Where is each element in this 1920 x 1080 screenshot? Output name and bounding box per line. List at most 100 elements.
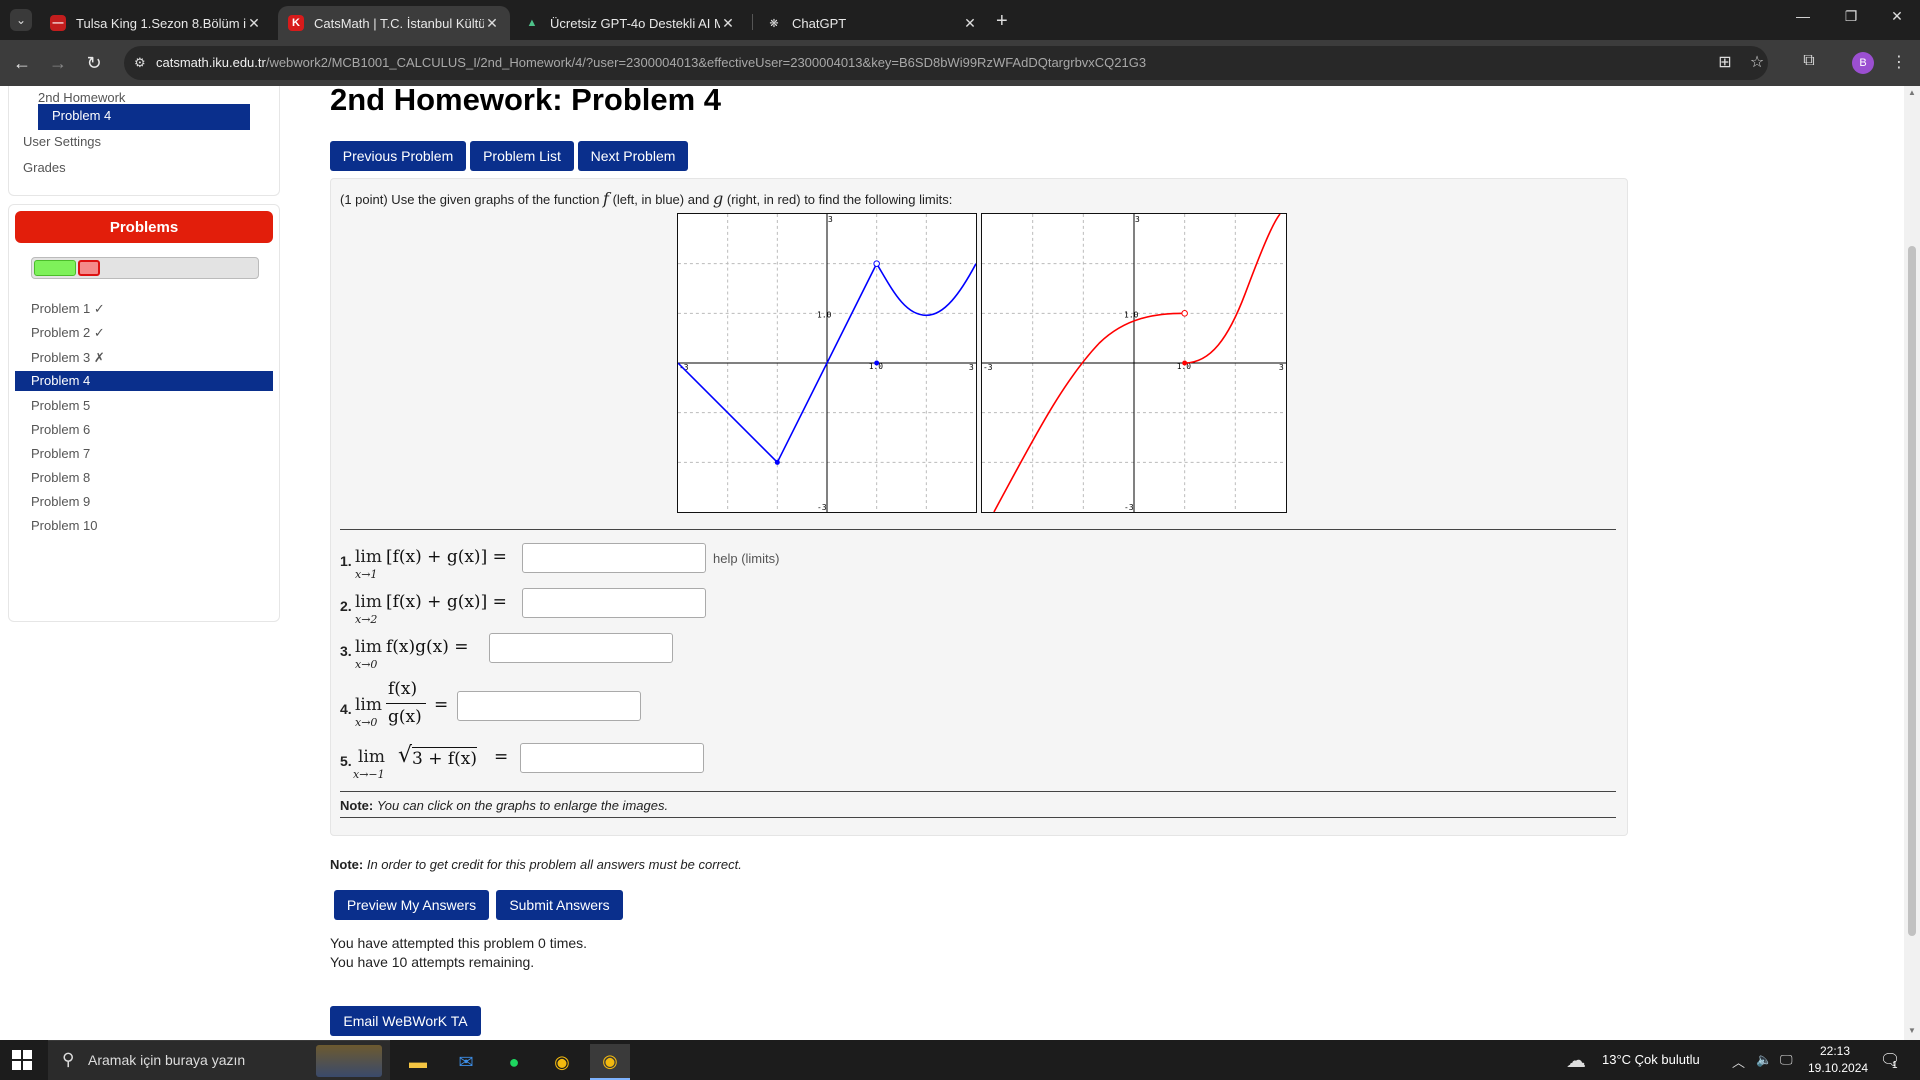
menu-kebab-icon[interactable]: ⋮ (1888, 52, 1910, 72)
translate-icon[interactable]: ⊞ (1714, 52, 1736, 72)
lim-subscript: x→0 (355, 658, 378, 671)
problem-link-8[interactable]: Problem 8 (15, 468, 273, 488)
label-bottom: -3 (1124, 503, 1134, 512)
close-tab-icon[interactable]: ✕ (720, 15, 736, 32)
tray-chevron-icon[interactable]: ︿ (1732, 1052, 1745, 1071)
reload-icon[interactable]: ↻ (82, 52, 106, 74)
question-expression: [f(x) + g(x)] = (386, 547, 507, 567)
answer-input-3[interactable] (489, 633, 673, 663)
forward-icon[interactable]: → (46, 52, 70, 74)
problem-link-4[interactable]: Problem 4 (15, 371, 273, 391)
f-curve-right (875, 263, 976, 317)
windows-start-icon[interactable] (12, 1050, 32, 1070)
file-explorer-icon[interactable]: ▬ (398, 1044, 438, 1080)
problem-link-9[interactable]: Problem 9 (15, 492, 273, 512)
scroll-down-icon[interactable]: ▼ (1908, 1026, 1916, 1035)
label-right: 3 (969, 363, 974, 372)
problem-link-10[interactable]: Problem 10 (15, 516, 273, 536)
problems-panel: Problems Problem 1 ✓ Problem 2 ✓ Problem… (8, 204, 280, 622)
tab-gpt4o-ai[interactable]: ▲ Ücretsiz GPT-4o Destekli AI Ma ✕ (514, 6, 746, 40)
weather-text[interactable]: 13°C Çok bulutlu (1602, 1052, 1700, 1067)
label-left: -3 (983, 363, 993, 372)
notification-count: 1 (1892, 1060, 1898, 1071)
sqrt-radicand: 3 + f(x) (412, 747, 478, 769)
submit-answers-button[interactable]: Submit Answers (496, 890, 623, 920)
fraction-bar (386, 703, 426, 704)
close-window-icon[interactable]: ✕ (1882, 8, 1912, 25)
close-tab-icon[interactable]: ✕ (484, 15, 500, 32)
preview-answers-button[interactable]: Preview My Answers (334, 890, 489, 920)
help-limits-link[interactable]: help (limits) (713, 551, 779, 566)
sidebar-link-2nd-homework[interactable]: 2nd Homework (38, 90, 125, 105)
new-tab-icon[interactable]: + (996, 10, 1008, 33)
chrome-icon[interactable]: ◉ (542, 1044, 582, 1080)
tab-tulsa-king[interactable]: — Tulsa King 1.Sezon 8.Bölüm izle ✕ (40, 6, 272, 40)
tab-chatgpt[interactable]: ❋ ChatGPT ✕ (756, 6, 988, 40)
url-path: /webwork2/MCB1001_CALCULUS_I/2nd_Homewor… (265, 55, 1147, 70)
question-expression: [f(x) + g(x)] = (386, 592, 507, 612)
question-1: 1. lim x→1 [f(x) + g(x)] = help (limits) (340, 541, 840, 581)
site-info-icon[interactable]: ⚙ (134, 55, 146, 71)
page-title: 2nd Homework: Problem 4 (330, 86, 722, 117)
profile-avatar[interactable]: B (1852, 52, 1874, 74)
answer-input-4[interactable] (457, 691, 641, 721)
address-bar[interactable]: ⚙ catsmath.iku.edu.tr/webwork2/MCB1001_C… (124, 46, 1768, 80)
network-icon[interactable]: 🖵 (1780, 1052, 1793, 1068)
problem-body: (1 point) Use the given graphs of the fu… (330, 178, 1628, 836)
problem-link-2[interactable]: Problem 2 ✓ (15, 323, 273, 343)
page-scrollbar[interactable]: ▲ ▼ (1904, 86, 1920, 1040)
question-number: 5. (340, 753, 352, 769)
problem-link-1[interactable]: Problem 1 ✓ (15, 299, 273, 319)
minimize-window-icon[interactable]: — (1788, 8, 1818, 24)
bookmark-star-icon[interactable]: ☆ (1746, 52, 1768, 72)
tab-search-dropdown-icon[interactable]: ⌄ (10, 9, 32, 31)
problem-link-5[interactable]: Problem 5 (15, 396, 273, 416)
lim-symbol: lim (355, 547, 382, 567)
problem-statement: (1 point) Use the given graphs of the fu… (340, 189, 952, 208)
close-tab-icon[interactable]: ✕ (962, 15, 978, 32)
problem-link-7[interactable]: Problem 7 (15, 444, 273, 464)
extensions-icon[interactable]: ⧉ (1798, 52, 1820, 70)
back-icon[interactable]: ← (10, 52, 34, 74)
graph-f[interactable]: 3 -3 -3 3 1.0 1.0 (677, 213, 977, 513)
answer-input-5[interactable] (520, 743, 704, 773)
chrome-active-icon[interactable]: ◉ (590, 1044, 630, 1080)
chatgpt-favicon-icon: ❋ (769, 17, 779, 30)
restore-window-icon[interactable]: ❐ (1836, 8, 1866, 25)
question-number: 4. (340, 701, 352, 717)
url-text[interactable]: catsmath.iku.edu.tr/webwork2/MCB1001_CAL… (156, 55, 1146, 70)
question-number: 3. (340, 643, 352, 659)
question-expression: f(x)g(x) = (386, 637, 469, 657)
next-problem-button[interactable]: Next Problem (578, 141, 688, 171)
site-favicon-icon: — (50, 15, 66, 31)
clock-time[interactable]: 22:13 (1820, 1044, 1850, 1058)
taskbar-search[interactable]: ⚲ Aramak için buraya yazın (48, 1040, 390, 1080)
search-icon: ⚲ (62, 1050, 75, 1069)
email-ta-button[interactable]: Email WeBWorK TA (330, 1006, 481, 1036)
mail-icon[interactable]: ✉ (446, 1044, 486, 1080)
problem-list-button[interactable]: Problem List (470, 141, 574, 171)
scrollbar-thumb[interactable] (1908, 246, 1916, 936)
question-number: 2. (340, 598, 352, 614)
volume-icon[interactable]: 🔈 (1756, 1052, 1772, 1068)
answer-input-2[interactable] (522, 588, 706, 618)
clock-date[interactable]: 19.10.2024 (1808, 1061, 1868, 1075)
attempts-remaining: You have 10 attempts remaining. (330, 954, 535, 970)
label-one-y: 1.0 (817, 310, 832, 319)
spotify-icon[interactable]: ● (494, 1044, 534, 1080)
answer-input-1[interactable] (522, 543, 706, 573)
scroll-up-icon[interactable]: ▲ (1908, 88, 1916, 97)
problem-link-3[interactable]: Problem 3 ✗ (15, 348, 273, 368)
sidebar-link-problem-4[interactable]: Problem 4 (38, 104, 250, 130)
previous-problem-button[interactable]: Previous Problem (330, 141, 466, 171)
sidebar-link-grades[interactable]: Grades (23, 160, 66, 175)
graph-g[interactable]: 3 -3 -3 3 1.0 1.0 (981, 213, 1287, 513)
sidebar-link-user-settings[interactable]: User Settings (23, 134, 101, 149)
label-one-y: 1.0 (1124, 310, 1139, 319)
weather-cloud-icon[interactable]: ☁ (1566, 1048, 1586, 1073)
graph-note: Note: You can click on the graphs to enl… (340, 798, 668, 813)
close-tab-icon[interactable]: ✕ (246, 15, 262, 32)
problem-link-6[interactable]: Problem 6 (15, 420, 273, 440)
g-open-point (1181, 310, 1188, 317)
tab-catsmath[interactable]: K CatsMath | T.C. İstanbul Kültür Ü ✕ (278, 6, 510, 40)
